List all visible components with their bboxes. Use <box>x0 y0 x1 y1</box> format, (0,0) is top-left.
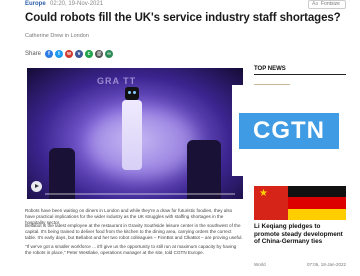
email-icon[interactable]: @ <box>95 49 104 58</box>
china-flag-icon: ★ <box>254 186 288 220</box>
wechat-icon[interactable]: c <box>85 49 94 58</box>
share-bar: Share f t w v c @ ∞ <box>25 49 115 58</box>
top-news-heading: TOP NEWS <box>254 66 286 72</box>
article-paragraph: "If we've got a smaller workforce ... it… <box>25 244 237 255</box>
news-headline-link[interactable]: Li Keqiang pledges to promote steady dev… <box>254 223 346 246</box>
diner-figure <box>49 148 75 199</box>
germany-flag-icon <box>288 186 346 220</box>
weibo-icon[interactable]: w <box>65 49 74 58</box>
stage-glow <box>87 108 197 178</box>
top-news-divider <box>254 74 346 75</box>
share-label: Share <box>25 50 42 57</box>
video-player[interactable]: GRA TT <box>27 68 243 199</box>
robot-head <box>125 87 139 100</box>
article-topbar: Europe 02:20, 19-Nov-2021 Aa Fontsize <box>0 0 360 10</box>
link-icon[interactable]: ∞ <box>105 49 114 58</box>
vk-icon[interactable]: v <box>75 49 84 58</box>
cgtn-logo-text: CGTN <box>253 117 325 144</box>
font-size-icon: Aa <box>312 1 319 7</box>
twitter-icon[interactable]: t <box>55 49 64 58</box>
article-paragraph: Bellabot is the latest employee at the r… <box>25 223 243 240</box>
section-link[interactable]: Europe <box>25 1 46 7</box>
video-progress-bar[interactable] <box>45 193 235 195</box>
facebook-icon[interactable]: f <box>45 49 54 58</box>
article-headline: Could robots fill the UK's service indus… <box>25 12 341 24</box>
cgtn-logo: CGTN <box>239 113 339 149</box>
robot-eye <box>133 91 136 94</box>
font-size-label: Fontsize <box>321 1 340 7</box>
venue-sign: GRA TT <box>97 76 137 86</box>
article-author: Catherine Drew in London <box>25 33 89 39</box>
news-time: 07:06, 18-Jan-2022 <box>306 262 346 267</box>
play-icon[interactable] <box>31 181 42 192</box>
news-thumbnail-flags[interactable]: ★ <box>254 186 346 220</box>
news-meta: World 07:06, 18-Jan-2022 <box>254 262 346 267</box>
news-section: World <box>254 262 266 267</box>
robot-eye <box>128 91 131 94</box>
robot-body <box>122 100 142 170</box>
publish-date: 02:20, 19-Nov-2021 <box>50 1 104 7</box>
diner-figure <box>187 140 221 199</box>
font-size-button[interactable]: Aa Fontsize <box>308 0 346 9</box>
